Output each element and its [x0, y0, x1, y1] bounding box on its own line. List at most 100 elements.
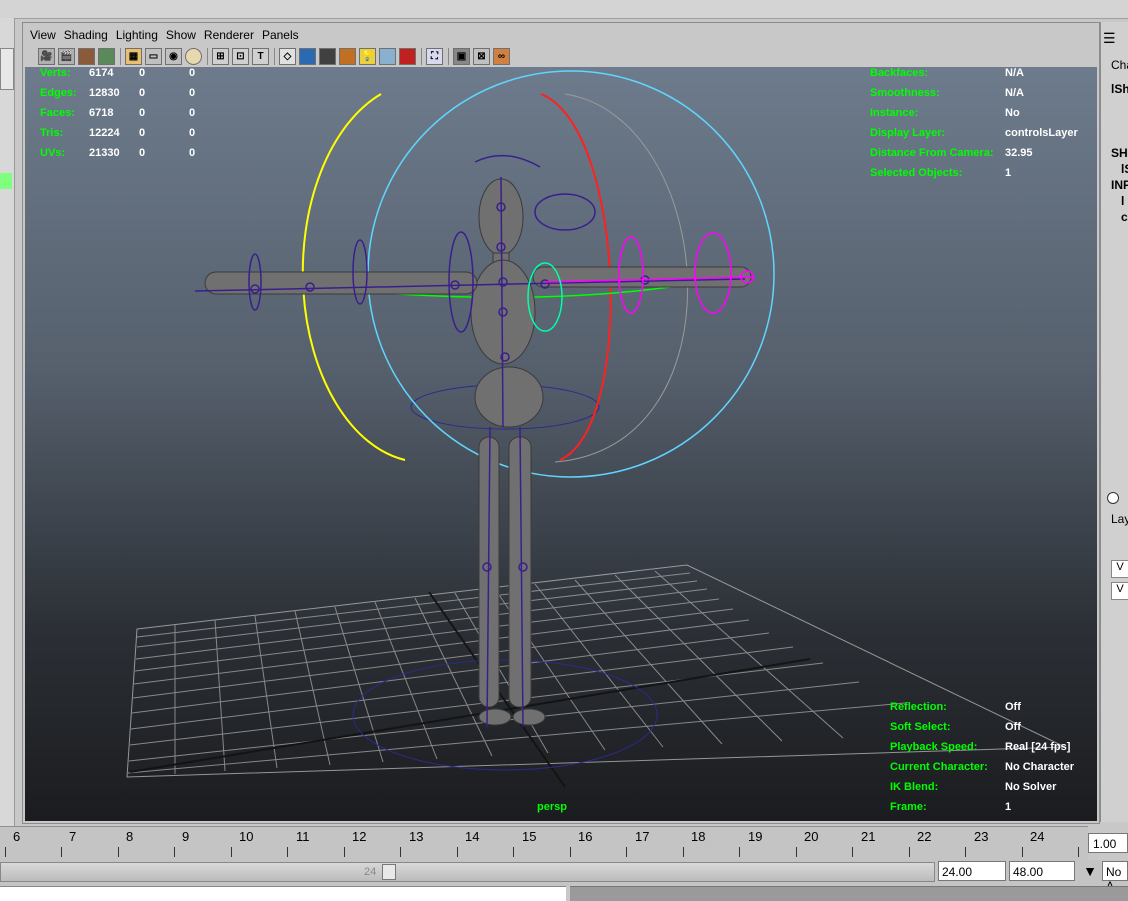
timeline-tick-label: 17: [635, 829, 650, 844]
frame-all-icon[interactable]: ⊠: [473, 48, 490, 65]
panel-toolbar: 🎥 🎬 ▦ ▭ ◉ ⊞ ⊡ T ◇ 💡 ⛶ ▣ ⊠ ∞: [24, 46, 1098, 67]
joint-xray-icon[interactable]: [399, 48, 416, 65]
timeline-tick: [5, 847, 6, 857]
menu-show[interactable]: Show: [166, 28, 196, 42]
camera-icon[interactable]: 🎥: [38, 48, 55, 65]
left-edge-field[interactable]: [0, 48, 14, 90]
timeline-tick: [852, 847, 853, 857]
command-line[interactable]: [0, 886, 566, 901]
right-dock-panel: ☰ Cha lSh SH lS INF l c Lay V V: [1100, 22, 1128, 822]
hud-distance-label: Distance From Camera:: [870, 147, 994, 159]
hud-soft-select-label: Soft Select:: [890, 721, 951, 733]
timeline-tick: [796, 847, 797, 857]
bounding-box-icon[interactable]: ⛶: [426, 48, 443, 65]
hud-playback-speed-value: Real [24 fps]: [1005, 741, 1071, 753]
safe-area-icon[interactable]: [185, 48, 202, 65]
isolate-select-icon[interactable]: [379, 48, 396, 65]
hud-uvs-selected: 0: [139, 147, 146, 159]
toolbar-separator: [448, 48, 449, 65]
timeline-tick-label: 13: [409, 829, 424, 844]
hud-reflection-value: Off: [1005, 701, 1021, 713]
timeline-tick-label: 6: [13, 829, 21, 844]
hud-backfaces-label: Backfaces:: [870, 67, 929, 79]
resolution-gate-icon[interactable]: ◉: [165, 48, 182, 65]
panel-menubar: View Shading Lighting Show Renderer Pane…: [24, 24, 1098, 46]
film-gate-icon[interactable]: ▭: [145, 48, 162, 65]
shape-item: lS: [1121, 162, 1128, 176]
textured-icon[interactable]: [299, 48, 316, 65]
hud-backfaces-value: N/A: [1005, 67, 1024, 79]
top-strip: [0, 0, 1128, 19]
menu-lighting[interactable]: Lighting: [116, 28, 158, 42]
toolbar-separator: [421, 48, 422, 65]
shadows-icon[interactable]: [339, 48, 356, 65]
chevron-down-icon[interactable]: ▼: [1078, 861, 1102, 881]
smooth-shade-icon[interactable]: ⊡: [232, 48, 249, 65]
hud-instance-label: Instance:: [870, 107, 919, 119]
timeline-tick-label: 21: [861, 829, 876, 844]
range-slider[interactable]: [0, 862, 935, 882]
menu-panels[interactable]: Panels: [262, 28, 299, 42]
wireframe-icon[interactable]: ⊞: [212, 48, 229, 65]
flat-shade-icon[interactable]: T: [252, 48, 269, 65]
hud-icon[interactable]: ▣: [453, 48, 470, 65]
3d-viewport[interactable]: Verts: 6174 0 0 Edges: 12830 0 0 Faces: …: [25, 67, 1097, 821]
time-slider[interactable]: 6 7 8 9 10 11 12 13 14 15 16 17 18 19 20…: [0, 826, 1088, 861]
menu-renderer[interactable]: Renderer: [204, 28, 254, 42]
hud-frame-label: Frame:: [890, 801, 927, 813]
hud-faces-label: Faces:: [40, 107, 75, 119]
light-bulb-icon[interactable]: [319, 48, 336, 65]
hud-uvs-components: 0: [189, 147, 196, 159]
timeline-tick-label: 24: [1030, 829, 1045, 844]
timeline-tick-label: 16: [578, 829, 593, 844]
camera-attributes-icon[interactable]: 🎬: [58, 48, 75, 65]
layers-tab[interactable]: Lay: [1111, 512, 1128, 526]
hud-tris-label: Tris:: [40, 127, 64, 139]
two-sided-lighting-icon[interactable]: ∞: [493, 48, 510, 65]
timeline-tick-label: 10: [239, 829, 254, 844]
grid-icon[interactable]: ▦: [125, 48, 142, 65]
image-plane-icon[interactable]: [98, 48, 115, 65]
menu-shading[interactable]: Shading: [64, 28, 108, 42]
inputs-header: INF: [1111, 178, 1128, 192]
hud-instance-value: No: [1005, 107, 1020, 119]
anim-layer-field[interactable]: No A: [1102, 861, 1128, 893]
command-feedback: [570, 886, 1128, 901]
timeline-tick-label: 12: [352, 829, 367, 844]
range-slider-handle[interactable]: [382, 864, 396, 880]
xray-icon[interactable]: 💡: [359, 48, 376, 65]
default-lighting-icon[interactable]: ◇: [279, 48, 296, 65]
layer-visibility-1[interactable]: V: [1111, 560, 1128, 578]
list-icon[interactable]: ☰: [1103, 30, 1121, 48]
timeline-tick-label: 19: [748, 829, 763, 844]
bookmark-icon[interactable]: [78, 48, 95, 65]
timeline-tick-label: 7: [69, 829, 77, 844]
hud-ik-blend-label: IK Blend:: [890, 781, 939, 793]
hud-playback-speed-label: Playback Speed:: [890, 741, 978, 753]
timeline-tick-label: 9: [182, 829, 190, 844]
timeline-tick-label: 18: [691, 829, 706, 844]
shape-node-label: lSh: [1111, 82, 1128, 96]
timeline-tick-label: 11: [296, 829, 310, 844]
hud-soft-select-value: Off: [1005, 721, 1021, 733]
menu-view[interactable]: View: [30, 28, 56, 42]
current-frame-field[interactable]: 1.00: [1088, 833, 1128, 853]
playback-end-field[interactable]: 24.00: [938, 861, 1006, 881]
hud-smoothness-value: N/A: [1005, 87, 1024, 99]
hud-smoothness-label: Smoothness:: [870, 87, 940, 99]
animation-end-field[interactable]: 48.00: [1009, 861, 1075, 881]
timeline-tick: [626, 847, 627, 857]
layer-visibility-2[interactable]: V: [1111, 582, 1128, 600]
timeline-tick: [513, 847, 514, 857]
toolbar-separator: [120, 48, 121, 65]
timeline-tick: [61, 847, 62, 857]
timeline-tick-label: 15: [522, 829, 537, 844]
hud-uvs-value: 21330: [89, 147, 120, 159]
hud-verts-value: 6174: [89, 67, 114, 79]
timeline-tick: [739, 847, 740, 857]
timeline-tick-label: 14: [465, 829, 480, 844]
channel-box-tab[interactable]: Cha: [1111, 58, 1128, 72]
layer-radio[interactable]: [1107, 492, 1119, 504]
hud-uvs-label: UVs:: [40, 147, 66, 159]
hud-verts-components: 0: [189, 67, 196, 79]
